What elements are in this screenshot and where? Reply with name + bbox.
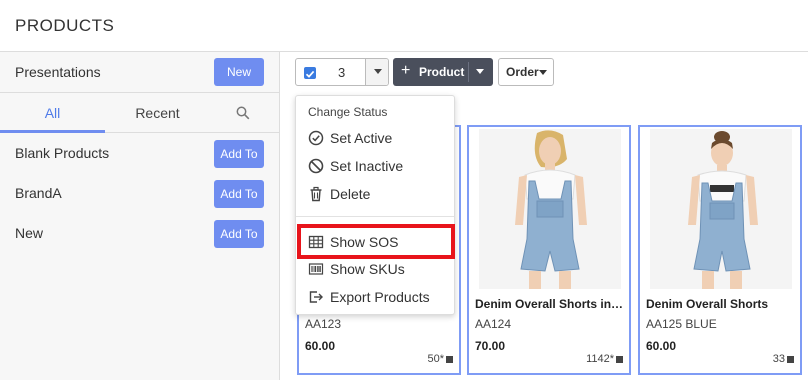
menu-item-label: Delete (330, 186, 371, 202)
select-all-control[interactable]: 3 (295, 58, 389, 86)
trash-icon (310, 186, 322, 202)
menu-item-label: Set Active (330, 130, 393, 146)
product-sku: AA124 (475, 317, 512, 331)
product-image (650, 129, 792, 289)
product-price: 60.00 (646, 339, 677, 353)
product-name: Denim Overall Shorts (646, 297, 769, 311)
sidebar-tabs: All Recent (0, 93, 279, 133)
add-to-button[interactable]: Add To (214, 220, 264, 248)
presentations-label: Presentations (15, 64, 101, 80)
product-sku: AA123 (305, 317, 342, 331)
list-item-label: BrandA (15, 185, 62, 201)
menu-item-set-active[interactable]: Set Active (296, 125, 454, 151)
menu-item-set-inactive[interactable]: Set Inactive (296, 153, 454, 179)
export-icon (309, 291, 323, 303)
menu-item-label: Export Products (330, 289, 430, 305)
order-button[interactable]: Order (498, 58, 554, 86)
product-stock: 33 (773, 353, 794, 365)
product-price: 70.00 (475, 339, 506, 353)
search-button[interactable] (225, 93, 261, 133)
search-icon (236, 106, 250, 120)
product-price: 60.00 (305, 339, 336, 353)
change-status-menu: Change Status Set Active Set Inactive De… (295, 95, 455, 315)
list-item: Blank Products Add To (0, 134, 279, 174)
selected-count: 3 (338, 65, 346, 80)
plus-icon: + (401, 62, 411, 79)
stock-icon (616, 356, 623, 363)
product-sku: AA125 BLUE (646, 317, 717, 331)
chevron-down-icon (539, 70, 547, 75)
menu-divider (296, 216, 454, 217)
product-image (479, 129, 621, 289)
product-stock: 1142* (586, 353, 623, 365)
presentations-row: Presentations New (0, 52, 279, 93)
product-name: Denim Overall Shorts in Vi... (475, 297, 625, 311)
check-circle-icon (308, 130, 324, 146)
order-label: Order (506, 65, 539, 79)
menu-item-export-products[interactable]: Export Products (296, 284, 454, 310)
add-to-button[interactable]: Add To (214, 140, 264, 168)
tab-recent[interactable]: Recent (105, 93, 210, 133)
menu-item-label: Set Inactive (330, 158, 404, 174)
product-card[interactable]: Denim Overall Shorts in Vi... AA124 70.0… (467, 125, 631, 375)
stock-icon (787, 356, 794, 363)
product-stock: 50* (427, 353, 453, 365)
page-title: PRODUCTS (15, 16, 115, 35)
add-product-button[interactable]: + Product (393, 58, 493, 86)
add-product-label: Product (419, 65, 465, 79)
add-to-button[interactable]: Add To (214, 180, 264, 208)
check-icon (305, 70, 315, 78)
list-item: BrandA Add To (0, 174, 279, 214)
highlight-annotation (297, 224, 455, 259)
list-item: New Add To (0, 214, 279, 254)
chevron-down-icon (374, 69, 382, 74)
menu-header: Change Status (308, 105, 388, 119)
chevron-down-icon[interactable] (476, 69, 484, 74)
list-item-label: Blank Products (15, 145, 110, 161)
sidebar: Presentations New All Recent Blank Produ… (0, 52, 280, 380)
stock-icon (446, 356, 453, 363)
tab-all[interactable]: All (0, 93, 105, 133)
barcode-icon (308, 263, 324, 275)
ban-icon (308, 158, 324, 174)
menu-item-label: Show SKUs (330, 261, 405, 277)
product-card[interactable]: Denim Overall Shorts AA125 BLUE 60.00 33 (638, 125, 802, 375)
top-bar: PRODUCTS (0, 0, 808, 52)
selection-menu-toggle[interactable] (365, 59, 388, 85)
new-presentation-button[interactable]: New (214, 58, 264, 86)
menu-item-delete[interactable]: Delete (296, 181, 454, 207)
select-all-checkbox[interactable] (304, 67, 316, 79)
menu-item-show-skus[interactable]: Show SKUs (296, 256, 454, 282)
toolbar: 3 + Product Order (281, 52, 808, 93)
list-item-label: New (15, 225, 44, 241)
